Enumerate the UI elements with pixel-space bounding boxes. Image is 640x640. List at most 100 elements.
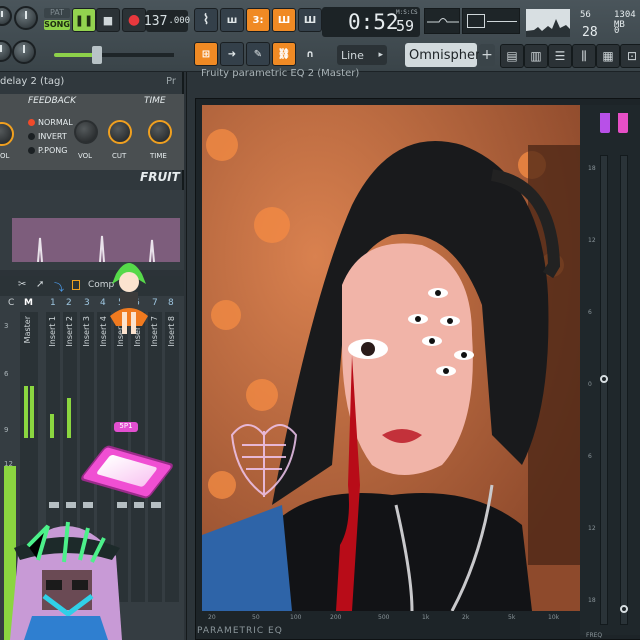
mixer-arrow-icon[interactable]: ➚ bbox=[36, 279, 44, 290]
cpu-graph bbox=[526, 9, 570, 37]
parametric-eq-window: Fruity parametric EQ 2 (Master) 18 12 6 … bbox=[186, 68, 640, 640]
step-icon: ш bbox=[226, 14, 238, 26]
channel-rack-button[interactable]: ☰ bbox=[548, 44, 572, 68]
band-flag-icon[interactable] bbox=[618, 113, 628, 133]
mixer-route-icon[interactable]: ⤵ bbox=[54, 279, 64, 294]
add-preset-button[interactable]: + bbox=[479, 44, 495, 66]
stop-icon: ■ bbox=[102, 13, 114, 27]
mode-pingpong-label: P.PONG bbox=[38, 146, 68, 155]
eq-band-freq-handle[interactable] bbox=[620, 605, 628, 613]
stop-button[interactable]: ■ bbox=[96, 8, 120, 32]
blend-notes-button[interactable]: Ш bbox=[272, 8, 296, 32]
input-knob-label: OL bbox=[0, 152, 10, 160]
output-monitor bbox=[424, 8, 460, 34]
cpu-voices: 56 bbox=[580, 10, 591, 20]
song-time-display[interactable]: 0:52 M:S:CS 59 bbox=[322, 7, 420, 37]
piano-roll-window-button[interactable]: ▥ bbox=[524, 44, 548, 68]
automation-clip-icon bbox=[37, 235, 155, 263]
metronome-button[interactable]: Ш bbox=[298, 8, 322, 32]
mode-pingpong-radio[interactable]: P.PONG bbox=[28, 146, 67, 155]
step-edit-button[interactable]: ➜ bbox=[220, 42, 244, 66]
track-fader[interactable] bbox=[83, 502, 93, 508]
piano-roll-button[interactable]: 3: bbox=[246, 8, 270, 32]
mode-normal-label: NORMAL bbox=[38, 118, 73, 127]
mixer-head-c: C bbox=[8, 298, 15, 308]
mixer-track-label: Master bbox=[23, 316, 32, 344]
mode-invert-label: INVERT bbox=[38, 132, 67, 141]
wave-knob[interactable] bbox=[0, 40, 12, 62]
typing-keyboard-button[interactable]: ⊞ bbox=[194, 42, 218, 66]
record-button[interactable]: ● bbox=[122, 8, 146, 32]
delay-time-knob[interactable] bbox=[148, 120, 172, 144]
track-fader[interactable] bbox=[151, 502, 161, 508]
hint-bar bbox=[462, 8, 520, 34]
eq-scale-mark: 6 bbox=[588, 309, 592, 316]
track-fader[interactable] bbox=[117, 502, 127, 508]
pan-knob[interactable] bbox=[12, 40, 36, 64]
pat-song-toggle[interactable]: PAT SONG bbox=[44, 8, 70, 32]
delay-preset-label[interactable]: Pr bbox=[166, 76, 176, 87]
song-label[interactable]: SONG bbox=[44, 20, 70, 30]
eq-band-freq-slider[interactable] bbox=[620, 155, 628, 625]
mixer-track-insert-8[interactable] bbox=[165, 312, 179, 602]
pat-label[interactable]: PAT bbox=[44, 8, 70, 18]
magnet-button[interactable]: ∩ bbox=[298, 42, 322, 66]
snap-select[interactable]: Line bbox=[337, 45, 387, 65]
main-pitch-slider-track[interactable] bbox=[98, 53, 174, 57]
browser-icon: ▦ bbox=[602, 49, 614, 63]
mixer-button[interactable]: ⫼ bbox=[572, 44, 596, 68]
preset-selector[interactable]: Omnisphere bbox=[405, 43, 488, 67]
track-fader[interactable] bbox=[49, 502, 59, 508]
freq-tick: 50 bbox=[252, 614, 260, 621]
freq-tick: 10k bbox=[548, 614, 560, 621]
playlist-button[interactable]: ▤ bbox=[500, 44, 524, 68]
tempo-display[interactable]: 137.000 bbox=[144, 10, 190, 32]
piano-roll-icon: 3: bbox=[252, 14, 264, 26]
master-pitch-knob[interactable] bbox=[14, 6, 38, 30]
mode-invert-radio[interactable]: INVERT bbox=[28, 132, 67, 141]
step-button[interactable]: ш bbox=[220, 8, 244, 32]
freq-tick: 1k bbox=[422, 614, 430, 621]
metronome-icon: Ш bbox=[303, 14, 317, 26]
mixer-track-label: Insert 8 bbox=[167, 316, 176, 347]
pause-button[interactable]: ❚❚ bbox=[72, 8, 96, 32]
delay-plugin-window: delay 2 (tag) Pr FEEDBACK TIME NORMAL IN… bbox=[0, 72, 184, 190]
band-flag-icon[interactable] bbox=[600, 113, 610, 133]
feedback-volume-knob[interactable] bbox=[74, 120, 98, 144]
channel-number: 4 bbox=[100, 298, 106, 308]
mode-normal-radio[interactable]: NORMAL bbox=[28, 118, 73, 127]
eq-frequency-axis: 20 50 100 200 500 1k 2k 5k 10k bbox=[202, 611, 580, 625]
playlist-icon: ▤ bbox=[506, 49, 518, 63]
draw-tool-button[interactable]: ✎ bbox=[246, 42, 270, 66]
chain-button[interactable]: ⛓ bbox=[272, 42, 296, 66]
mixer-tool-icon[interactable]: ✂ bbox=[18, 279, 26, 290]
playlist-clip[interactable] bbox=[12, 218, 180, 263]
eq-band-gain-handle[interactable] bbox=[600, 375, 608, 383]
delay-window-title[interactable]: delay 2 (tag) bbox=[0, 76, 64, 87]
eq-window-title[interactable]: Fruity parametric EQ 2 (Master) bbox=[201, 68, 359, 79]
browser-button[interactable]: ▦ bbox=[596, 44, 620, 68]
pencil-icon: ✎ bbox=[253, 48, 263, 60]
cpu-suffix: 0 bbox=[614, 26, 620, 36]
main-pitch-slider-handle[interactable] bbox=[92, 46, 102, 64]
toolbar-row-transport: PAT SONG ❚❚ ■ ● 137.000 ⌇ ш 3: Ш Ш 0:52 … bbox=[0, 4, 640, 40]
time-centiseconds: 59 bbox=[396, 17, 415, 35]
master-volume-knob[interactable] bbox=[0, 6, 12, 26]
eq-scale-mark: 18 bbox=[588, 597, 596, 604]
plugin-icon: ⊡ bbox=[626, 49, 638, 63]
arrow-right-icon: ➜ bbox=[227, 48, 237, 60]
plugin-picker-button[interactable]: ⊡ bbox=[620, 44, 640, 68]
feedback-cutoff-knob[interactable] bbox=[108, 120, 132, 144]
mixer-view-icon[interactable] bbox=[72, 280, 80, 290]
track-fader[interactable] bbox=[134, 502, 144, 508]
time-knob-label: TIME bbox=[150, 152, 167, 160]
master-level-meter bbox=[30, 386, 34, 438]
chibi-sticker bbox=[106, 254, 152, 340]
eq-scale-mark: 12 bbox=[588, 525, 596, 532]
eq-band-panel: 18 12 6 0 6 12 18 bbox=[580, 105, 640, 635]
freq-tick: 100 bbox=[290, 614, 302, 621]
mixer-track-label: Insert 3 bbox=[82, 316, 91, 347]
track-fader[interactable] bbox=[66, 502, 76, 508]
eq-band-gain-slider[interactable] bbox=[600, 155, 608, 625]
pattern-icon-button[interactable]: ⌇ bbox=[194, 8, 218, 32]
